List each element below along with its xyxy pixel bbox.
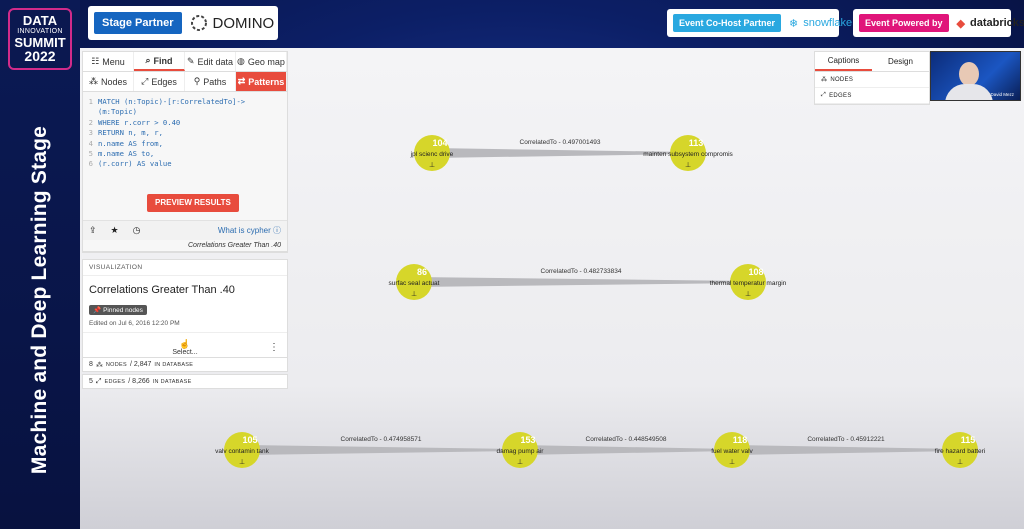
edge-label: CorrelatedTo - 0.448549508: [586, 436, 667, 443]
pin-icon: ⊥: [745, 291, 751, 298]
summit-logo: DATA INNOVATION SUMMIT 2022: [8, 8, 72, 70]
cohost-banner: Event Co-Host Partner ❄ snowflake: [667, 9, 852, 37]
graph-node[interactable]: 108 thermal temperatur margin ⊥: [710, 264, 787, 300]
databricks-brand-text: databricks: [970, 17, 1024, 29]
snowflake-icon: ❄: [789, 17, 799, 30]
graph-canvas[interactable]: CorrelatedTo - 0.497001493 CorrelatedTo -…: [80, 48, 1024, 529]
node-id-label: 105: [242, 435, 257, 445]
pin-icon: ⊥: [239, 459, 245, 466]
edge-label: CorrelatedTo - 0.474958571: [341, 436, 422, 443]
cohost-label: Event Co-Host Partner: [673, 14, 782, 32]
node-name-label: surfac seal actuat: [389, 280, 440, 287]
graph-node[interactable]: 118 fuel water valv ⊥: [711, 432, 754, 468]
domino-icon: [190, 15, 207, 31]
edge-line[interactable]: [732, 445, 960, 455]
stream-frame: DATA INNOVATION SUMMIT 2022 Machine and …: [0, 0, 1024, 529]
graph-node[interactable]: 113 mainten subsystem compromis ⊥: [643, 135, 734, 171]
pin-icon: ⊥: [685, 162, 691, 169]
pin-icon: ⊥: [957, 459, 963, 466]
node-name-label: valv contamin tank: [215, 448, 270, 455]
pin-icon: ⊥: [411, 291, 417, 298]
node-id-label: 153: [520, 435, 535, 445]
pin-icon: ⊥: [517, 459, 523, 466]
databricks-logo: ◆ databricks: [957, 17, 1024, 30]
graph-node[interactable]: 153 damag pump air ⊥: [497, 432, 545, 468]
graph-node[interactable]: 86 surfac seal actuat ⊥: [389, 264, 440, 300]
node-id-label: 118: [733, 435, 748, 445]
node-name-label: damag pump air: [497, 448, 545, 455]
stage-partner-banner: Stage Partner DOMINO: [88, 6, 278, 40]
stage-partner-label: Stage Partner: [94, 12, 182, 34]
domino-logo: DOMINO: [190, 14, 275, 32]
node-name-label: fuel water valv: [711, 448, 753, 455]
domino-brand-text: DOMINO: [212, 14, 275, 32]
edge-label: CorrelatedTo - 0.45912221: [807, 436, 885, 443]
side-banner: DATA INNOVATION SUMMIT 2022 Machine and …: [0, 0, 80, 529]
edge-line[interactable]: [520, 445, 732, 455]
node-id-label: 108: [748, 267, 763, 277]
pin-icon: ⊥: [429, 162, 435, 169]
node-id-label: 104: [432, 138, 447, 148]
node-name-label: mainten subsystem compromis: [643, 151, 733, 158]
edge-line[interactable]: [242, 445, 520, 455]
node-id-label: 113: [689, 138, 704, 148]
node-id-label: 115: [961, 435, 976, 445]
node-id-label: 86: [417, 267, 427, 277]
logo-line: DATA: [22, 13, 58, 28]
databricks-icon: ◆: [956, 17, 965, 30]
stage-title: Machine and Deep Learning Stage: [28, 125, 51, 475]
edge-label: CorrelatedTo - 0.482733834: [541, 268, 622, 275]
graph-node[interactable]: 104 jpl scienc drive ⊥: [410, 135, 454, 171]
node-name-label: fire hazard batteri: [935, 448, 986, 455]
edge-label: CorrelatedTo - 0.497001493: [520, 139, 601, 146]
snowflake-logo: ❄ snowflake: [789, 17, 852, 30]
logo-line: 2022: [24, 48, 56, 64]
pin-icon: ⊥: [729, 459, 735, 466]
graph-node[interactable]: 115 fire hazard batteri ⊥: [935, 432, 986, 468]
snowflake-brand-text: snowflake: [803, 17, 853, 29]
graph-node[interactable]: 105 valv contamin tank ⊥: [215, 432, 270, 468]
powered-banner: Event Powered by ◆ databricks: [853, 9, 1024, 37]
edge-line[interactable]: [414, 277, 748, 287]
node-name-label: thermal temperatur margin: [710, 280, 787, 287]
node-name-label: jpl scienc drive: [410, 151, 454, 158]
powered-label: Event Powered by: [859, 14, 949, 32]
